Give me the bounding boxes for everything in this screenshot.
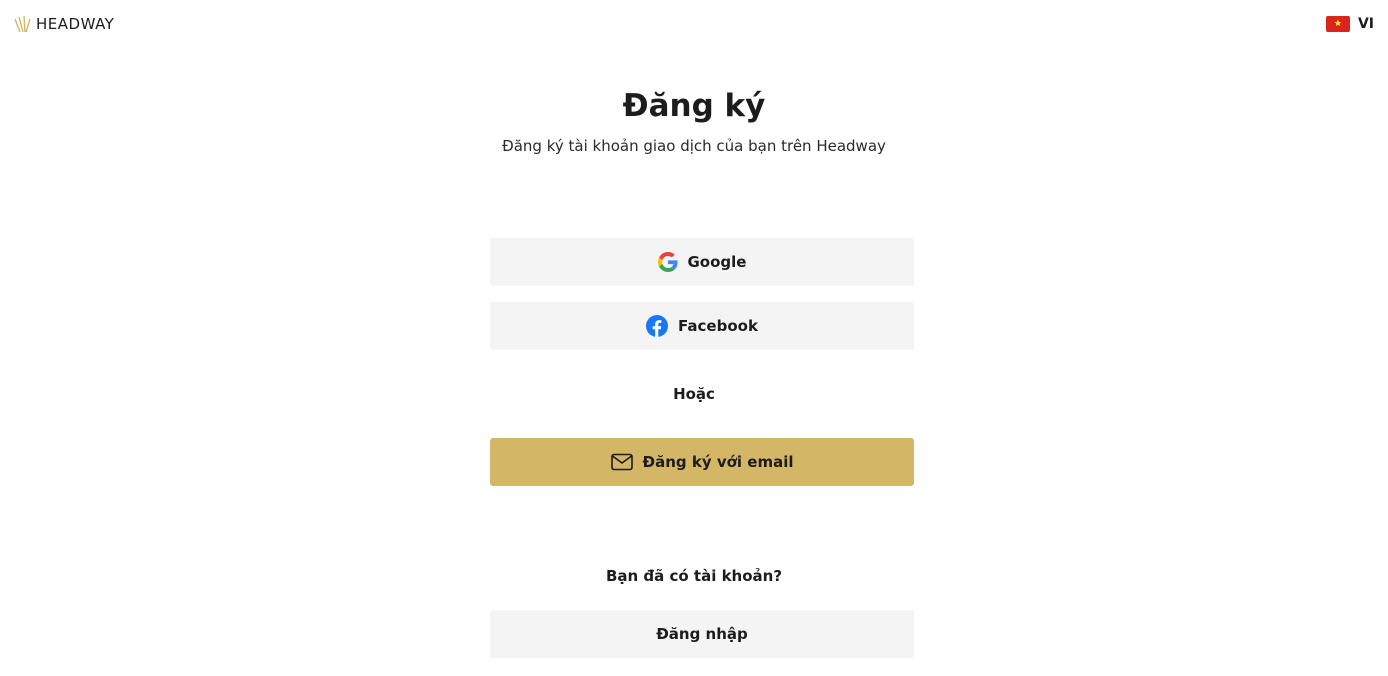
facebook-icon xyxy=(646,315,669,337)
page-title: Đăng ký xyxy=(622,88,766,124)
language-code: VI xyxy=(1357,16,1374,32)
google-icon xyxy=(657,252,678,272)
top-header: HEADWAY ★ VI xyxy=(0,0,1388,48)
headway-logo-mark-icon xyxy=(14,15,31,33)
headway-logo[interactable]: HEADWAY xyxy=(14,14,114,34)
envelope-icon xyxy=(610,453,633,471)
google-button-label: Google xyxy=(687,253,747,271)
email-button-label: Đăng ký với email xyxy=(642,453,794,471)
login-button-label: Đăng nhập xyxy=(656,625,748,643)
facebook-signup-button[interactable]: Facebook xyxy=(490,302,914,350)
or-divider-label: Hoặc xyxy=(673,385,715,403)
have-account-label: Bạn đã có tài khoản? xyxy=(605,567,783,585)
page-subtitle: Đăng ký tài khoản giao dịch của bạn trên… xyxy=(502,137,886,155)
language-selector[interactable]: ★ VI xyxy=(1325,14,1374,34)
login-button[interactable]: Đăng nhập xyxy=(490,610,914,658)
google-signup-button[interactable]: Google xyxy=(490,238,914,286)
facebook-button-label: Facebook xyxy=(678,317,758,335)
logo-text: HEADWAY xyxy=(36,15,115,33)
vietnam-flag-icon: ★ xyxy=(1325,16,1350,32)
email-signup-button[interactable]: Đăng ký với email xyxy=(490,438,914,486)
